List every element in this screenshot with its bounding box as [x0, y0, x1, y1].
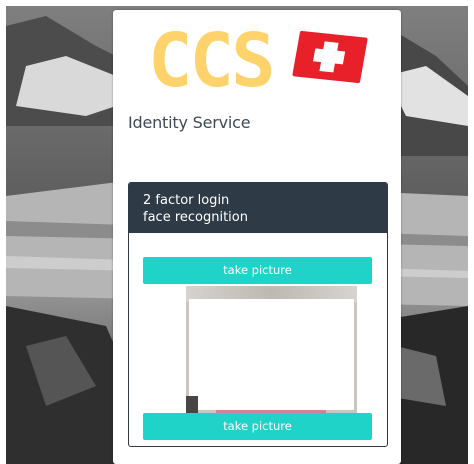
page-title: Identity Service	[128, 113, 251, 132]
panel-header-title: 2 factor login	[143, 193, 230, 208]
swiss-flag-icon	[292, 30, 368, 84]
page-frame: CCS Identity Service 2 factor login face…	[0, 0, 474, 464]
panel-header-subtitle: face recognition	[143, 210, 248, 225]
panel-header: 2 factor login face recognition	[129, 183, 387, 233]
camera-preview	[186, 286, 357, 414]
camera-overlay	[189, 299, 354, 410]
camera-edge	[186, 396, 198, 414]
login-card: CCS Identity Service 2 factor login face…	[113, 10, 401, 464]
take-picture-button-top[interactable]: take picture	[143, 257, 372, 284]
ccs-logo: CCS	[148, 20, 388, 102]
face-recognition-panel: 2 factor login face recognition take pic…	[128, 182, 388, 447]
take-picture-button-bottom[interactable]: take picture	[143, 413, 372, 440]
flag-cross-horizontal	[313, 48, 346, 65]
logo-text: CCS	[148, 18, 276, 104]
